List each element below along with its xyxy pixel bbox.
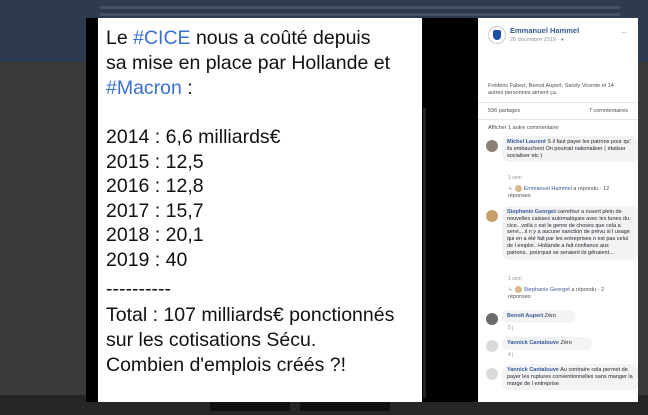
post-text-line: 2018 : 20,1 — [106, 223, 204, 247]
post-text-line: 2014 : 6,6 milliards€ — [106, 125, 281, 149]
shares-count[interactable]: 596 partages — [488, 108, 520, 114]
background-text-line — [100, 13, 620, 16]
comment-author[interactable]: Stephanie Georget — [507, 209, 556, 215]
comment-bubble: Stephanie Georget carrefour a ouvert ple… — [502, 206, 638, 260]
comment-author[interactable]: Yannick Cantalouve — [507, 340, 559, 346]
post-date-text: 26 décembre 2019 · — [510, 37, 561, 43]
comment-time[interactable]: 4 j — [508, 352, 513, 358]
background-button — [300, 401, 390, 411]
post-date: 26 décembre 2019 · ● — [510, 37, 564, 43]
post-text: 2015 : 12,5 — [106, 151, 204, 173]
post-text-line: 2017 : 15,7 — [106, 199, 204, 223]
comment-time[interactable]: 1 sem — [508, 276, 522, 282]
comment-text: carrefour a ouvert plein de nouvelles ca… — [507, 209, 630, 256]
reply-arrow-icon: ↳ — [508, 185, 513, 192]
replier-name: Stephanie Georget — [523, 286, 570, 293]
post-text-line: 2016 : 12,8 — [106, 174, 204, 198]
comment-author[interactable]: Benoit Aupert — [507, 313, 543, 319]
post-text: nous a coûté depuis — [190, 27, 371, 49]
background-text-line — [100, 6, 620, 9]
globe-icon: ● — [560, 37, 565, 43]
divider — [478, 119, 638, 120]
post-text: 2019 : 40 — [106, 249, 188, 271]
comment-time[interactable]: 5 j — [508, 325, 513, 331]
post-image[interactable]: Le #CICE nous a coûté depuis sa mise en p… — [98, 18, 422, 402]
comments-count[interactable]: 7 commentaires — [589, 108, 628, 114]
commenter-avatar[interactable] — [486, 313, 498, 325]
hashtag[interactable]: #CICE — [133, 27, 190, 49]
post-text-line: Combien d'emplois créés ?! — [106, 353, 346, 377]
comment-bubble: Yannick Cantalouve Au contraire cela per… — [502, 364, 638, 391]
comment-text: Zéro — [543, 313, 556, 319]
reply-arrow-icon: ↳ — [508, 286, 513, 293]
viewer-scrollbar[interactable] — [423, 108, 426, 398]
commenter-avatar[interactable] — [486, 340, 498, 352]
post-text: ---------- — [106, 278, 171, 300]
post-text: sa mise en place par Hollande et — [106, 52, 390, 74]
comment-bubble: Benoit Aupert Zéro — [502, 310, 576, 323]
post-text-line: sur les cotisations Sécu. — [106, 328, 316, 352]
more-options-icon[interactable]: ··· — [621, 28, 627, 37]
comment-author[interactable]: Yannick Cantalouve — [507, 367, 559, 373]
post-text-line: #Macron : — [106, 76, 193, 100]
comments-panel: Emmanuel Hammel 26 décembre 2019 · ● ···… — [478, 18, 638, 402]
comment-time[interactable]: 1 sem — [508, 175, 522, 181]
divider — [478, 102, 638, 103]
post-text: sur les cotisations Sécu. — [106, 329, 317, 351]
post-text: 2018 : 20,1 — [106, 224, 204, 246]
view-replies-link[interactable]: ↳ Emmanuel Hammel a répondu · 12 réponses — [508, 185, 626, 200]
post-text-line: Le #CICE nous a coûté depuis — [106, 26, 371, 50]
page-name[interactable]: Emmanuel Hammel — [510, 26, 579, 35]
background-button — [210, 401, 290, 411]
post-text: Combien d'emplois créés ?! — [106, 354, 346, 376]
show-more-comments-link[interactable]: Afficher 1 autre commentaire — [488, 125, 559, 131]
comment-text: Zéro — [558, 340, 572, 346]
hashtag[interactable]: #Macron — [106, 77, 182, 99]
post-text: Le — [106, 27, 134, 49]
post-text-line: ---------- — [106, 277, 171, 301]
comment-author[interactable]: Michel Laurent — [507, 139, 546, 145]
commenter-avatar[interactable] — [486, 140, 498, 152]
post-text: 2014 : 6,6 milliards€ — [106, 126, 281, 148]
post-text-line: 2019 : 40 — [106, 248, 187, 272]
post-text: 2017 : 15,7 — [106, 200, 204, 222]
replier-name: Emmanuel Hammel — [523, 185, 572, 192]
replier-avatar — [514, 286, 522, 293]
post-text: Total : 107 milliards€ ponctionnés — [106, 304, 395, 326]
comment-bubble: Michel Laurent S il faut payer les patro… — [502, 136, 638, 163]
commenter-avatar[interactable] — [486, 368, 498, 380]
commenter-avatar[interactable] — [486, 210, 498, 222]
view-replies-link[interactable]: ↳ Stephanie Georget a répondu · 2 réponse… — [508, 286, 626, 301]
likes-summary[interactable]: Frédéric Fabert, Benoit Aupert, Sandy Vi… — [488, 83, 628, 97]
replier-avatar — [514, 185, 522, 192]
photo-viewer: Le #CICE nous a coûté depuis sa mise en p… — [86, 18, 638, 402]
page-avatar[interactable] — [488, 26, 506, 44]
comment-bubble: Yannick Cantalouve Zéro — [502, 337, 592, 350]
post-text: : — [181, 77, 193, 99]
post-text-line: Total : 107 milliards€ ponctionnés — [106, 303, 394, 327]
post-text-line: 2015 : 12,5 — [106, 150, 204, 174]
crest-icon — [493, 30, 501, 40]
post-text-line: sa mise en place par Hollande et — [106, 51, 390, 75]
post-text: 2016 : 12,8 — [106, 175, 204, 197]
